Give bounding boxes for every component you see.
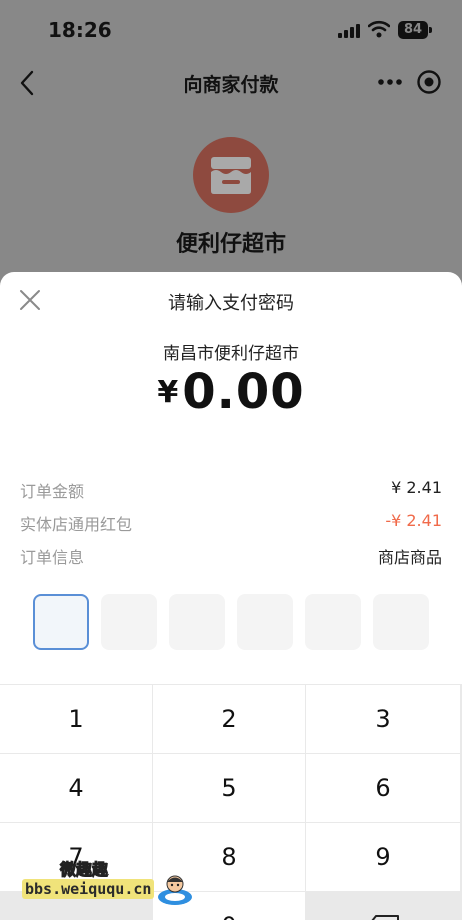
pin-digit-box[interactable] xyxy=(169,594,225,650)
merchant-name: 便利仔超市 xyxy=(175,232,286,257)
numeric-keypad: 123 456 7890 xyxy=(0,684,462,920)
record-icon[interactable] xyxy=(416,69,442,95)
info-label: 订单信息 xyxy=(20,548,85,567)
amount-value: 0.00 xyxy=(182,364,305,420)
key-3[interactable]: 3 xyxy=(306,685,460,753)
key-2[interactable]: 2 xyxy=(153,685,305,753)
pin-digit-box[interactable] xyxy=(305,594,361,650)
delete-icon xyxy=(371,915,399,920)
wifi-icon xyxy=(368,20,390,38)
sheet-title: 请输入支付密码 xyxy=(168,293,294,314)
pin-digit-box[interactable] xyxy=(237,594,293,650)
pin-input[interactable] xyxy=(33,594,429,650)
payee-name: 南昌市便利仔超市 xyxy=(163,344,299,364)
key-5[interactable]: 5 xyxy=(153,754,305,822)
battery-tip xyxy=(429,27,432,33)
info-row-order-amount: 订单金额 ¥ 2.41 xyxy=(20,478,442,502)
nav-bar: 向商家付款 xyxy=(0,60,462,106)
keypad-blank xyxy=(0,892,152,920)
key-1[interactable]: 1 xyxy=(0,685,152,753)
key-0[interactable]: 0 xyxy=(153,892,305,920)
pin-digit-box[interactable] xyxy=(33,594,89,650)
store-icon xyxy=(211,157,251,194)
info-label: 实体店通用红包 xyxy=(20,515,133,534)
payment-amount: ¥0.00 xyxy=(0,364,462,420)
more-icon[interactable] xyxy=(376,72,404,92)
key-6[interactable]: 6 xyxy=(306,754,460,822)
info-row-red-packet: 实体店通用红包 -¥ 2.41 xyxy=(20,511,442,535)
currency-symbol: ¥ xyxy=(157,375,179,410)
merchant-logo xyxy=(193,137,269,213)
key-7[interactable]: 7 xyxy=(0,823,152,891)
info-row-order-info[interactable]: 订单信息 商店商品 xyxy=(20,544,442,568)
signal-icon xyxy=(338,24,362,38)
status-bar: 18:26 84 xyxy=(0,0,462,60)
pin-digit-box[interactable] xyxy=(373,594,429,650)
key-8[interactable]: 8 xyxy=(153,823,305,891)
payment-sheet: 请输入支付密码 南昌市便利仔超市 ¥0.00 订单金额 ¥ 2.41 实体店通用… xyxy=(0,272,462,920)
info-value: -¥ 2.41 xyxy=(385,511,442,530)
battery-level: 84 xyxy=(398,21,428,39)
info-value: ¥ 2.41 xyxy=(391,478,442,497)
info-label: 订单金额 xyxy=(20,482,85,501)
page-backdrop: 18:26 84 向商家付款 便利仔超市 xyxy=(0,0,462,300)
key-4[interactable]: 4 xyxy=(0,754,152,822)
info-value: 商店商品 xyxy=(377,548,442,567)
key-9[interactable]: 9 xyxy=(306,823,460,891)
pin-digit-box[interactable] xyxy=(101,594,157,650)
status-time: 18:26 xyxy=(48,18,112,42)
key-delete[interactable] xyxy=(306,892,460,920)
